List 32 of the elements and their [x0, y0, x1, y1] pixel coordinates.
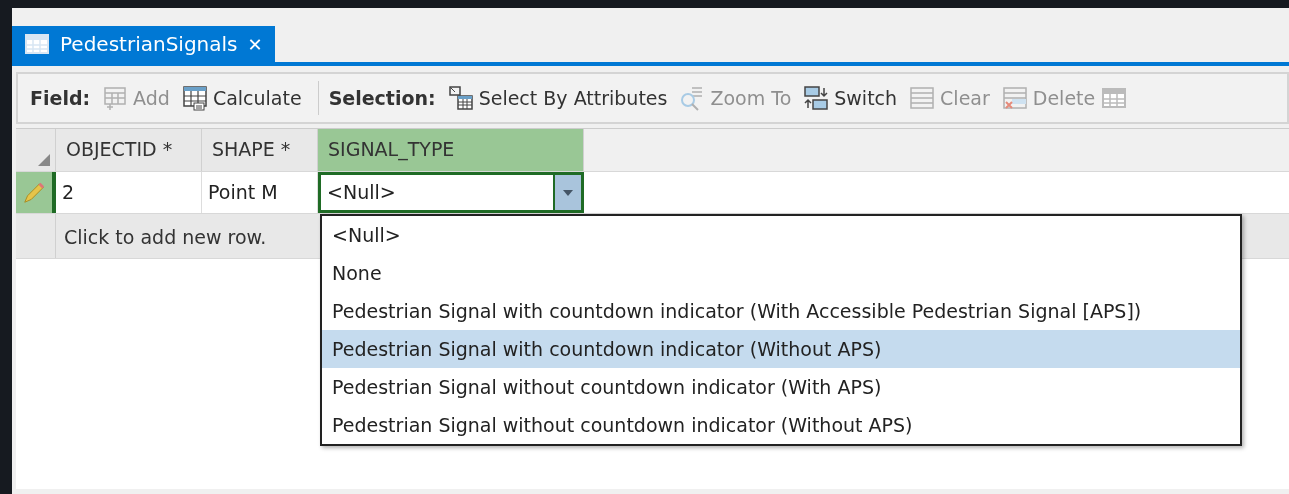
close-icon[interactable]: ✕ [247, 30, 263, 58]
group-label: Field: [30, 85, 91, 111]
column-header[interactable]: OBJECTID * [56, 129, 202, 171]
table-tab[interactable]: PedestrianSignals ✕ [12, 26, 275, 62]
dropdown-option[interactable]: None [322, 254, 1240, 292]
table-icon [24, 31, 50, 57]
triangle-icon [37, 153, 51, 167]
dropdown-field[interactable]: <Null> [318, 172, 584, 213]
dropdown-option[interactable]: Pedestrian Signal with countdown indicator (With Accessible Pedestrian Signal [APS]) [322, 292, 1240, 330]
dropdown-option[interactable]: Pedestrian Signal with countdown indicator (Without APS) [322, 330, 1240, 368]
calculator-table-icon [181, 85, 208, 111]
pencil-icon [22, 180, 46, 205]
delete-rows-icon [1001, 85, 1028, 111]
add-row-prompt[interactable]: Click to add new row. [56, 214, 275, 258]
select-all-corner[interactable] [16, 129, 56, 171]
switch-button[interactable]: Switch [797, 81, 904, 115]
add-field-icon [102, 85, 129, 111]
calculate-button[interactable]: Calculate [175, 81, 308, 115]
table-rows-icon [909, 85, 936, 111]
dropdown-option[interactable]: <Null> [322, 216, 1240, 254]
dropdown-option[interactable]: Pedestrian Signal without countdown indicator (Without APS) [322, 406, 1240, 444]
switch-icon [803, 85, 830, 111]
caret-icon [563, 189, 573, 196]
group-label: Selection: [328, 85, 436, 111]
column-header[interactable]: SHAPE * [202, 129, 318, 171]
dropdown-button[interactable] [553, 175, 581, 210]
table-icon [1101, 85, 1128, 111]
select-table-icon [447, 85, 474, 111]
dropdown-option[interactable]: Pedestrian Signal without countdown indicator (With APS) [322, 368, 1240, 406]
select-button[interactable]: Select By Attributes [441, 81, 674, 115]
row-header[interactable] [16, 172, 56, 213]
column-header[interactable]: SIGNAL_TYPE [318, 129, 584, 171]
